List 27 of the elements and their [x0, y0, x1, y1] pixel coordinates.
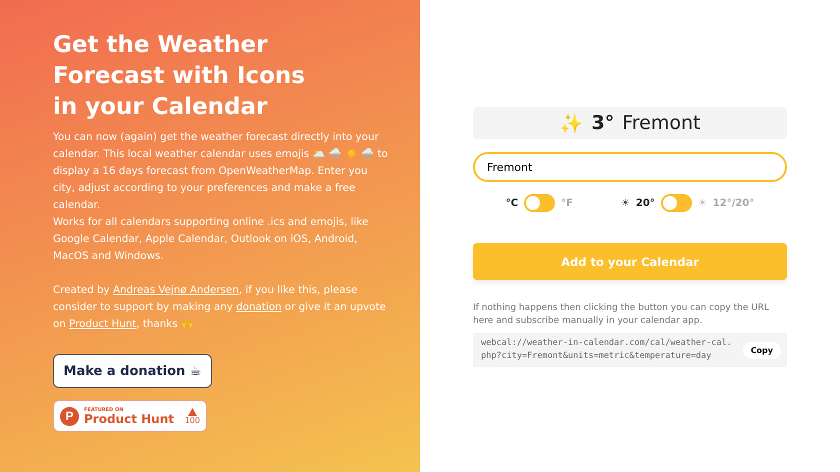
text-link[interactable]: Product Hunt — [69, 318, 136, 330]
help-text: If nothing happens then clicking the button you can copy the URL here and subscribe manually in your calendar app. — [473, 302, 770, 328]
toggle-switch[interactable] — [524, 194, 556, 212]
body-text: You can now (again) get the weather forecast directly into your calendar. This local weather calendar uses emojis 🌥 🌧 ☀ 🌧 to display a 16 days forecast from OpenWeatherMap. Enter you city, adjust according to your preferences and make a free calendar. — [53, 130, 388, 213]
option-label: 12°/20° — [712, 198, 754, 208]
badge-name: Product Hunt — [84, 412, 174, 424]
sparkle-icon: ✨ — [560, 112, 584, 134]
sun-icon: ☀ — [698, 198, 707, 208]
temperature: 3° — [592, 112, 614, 134]
upvote-icon — [188, 408, 197, 416]
toggle-switch[interactable] — [660, 194, 692, 212]
copy-button[interactable]: Copy — [742, 342, 781, 358]
upvote-count: 100 — [184, 416, 200, 424]
city-field[interactable]: Fremont — [473, 152, 787, 182]
sun-icon: ☀ — [620, 198, 630, 208]
text-link[interactable]: donation — [236, 301, 282, 313]
donation-button[interactable]: Make a donation ☕ — [53, 354, 212, 388]
city-name: Fremont — [622, 112, 700, 134]
page-title: Get the Weather Forecast with Icons in your Calendar — [53, 31, 306, 122]
calendar-url: webcal://weather-in-calendar.com/cal/weather-cal.php?city=Fremont&units=metric&temperature=day — [481, 337, 733, 363]
option-label: °F — [561, 198, 573, 208]
text-link[interactable]: Andreas Vejnø Andersen — [112, 284, 239, 296]
body-text: Created by Andreas Vejnø Andersen, if you like this, please consider to support by making any donation or give it an upvote on Product Hunt, thanks 🙌 — [53, 283, 387, 332]
option-label: 20° — [636, 198, 655, 208]
body-text: Works for all calendars supporting online .ics and emojis, like Google Calendar, Apple Calendar, Outlook on iOS, Android, MacOS and Windows. — [53, 215, 370, 264]
logo-icon: P — [60, 406, 79, 426]
option-label: °C — [506, 198, 518, 208]
